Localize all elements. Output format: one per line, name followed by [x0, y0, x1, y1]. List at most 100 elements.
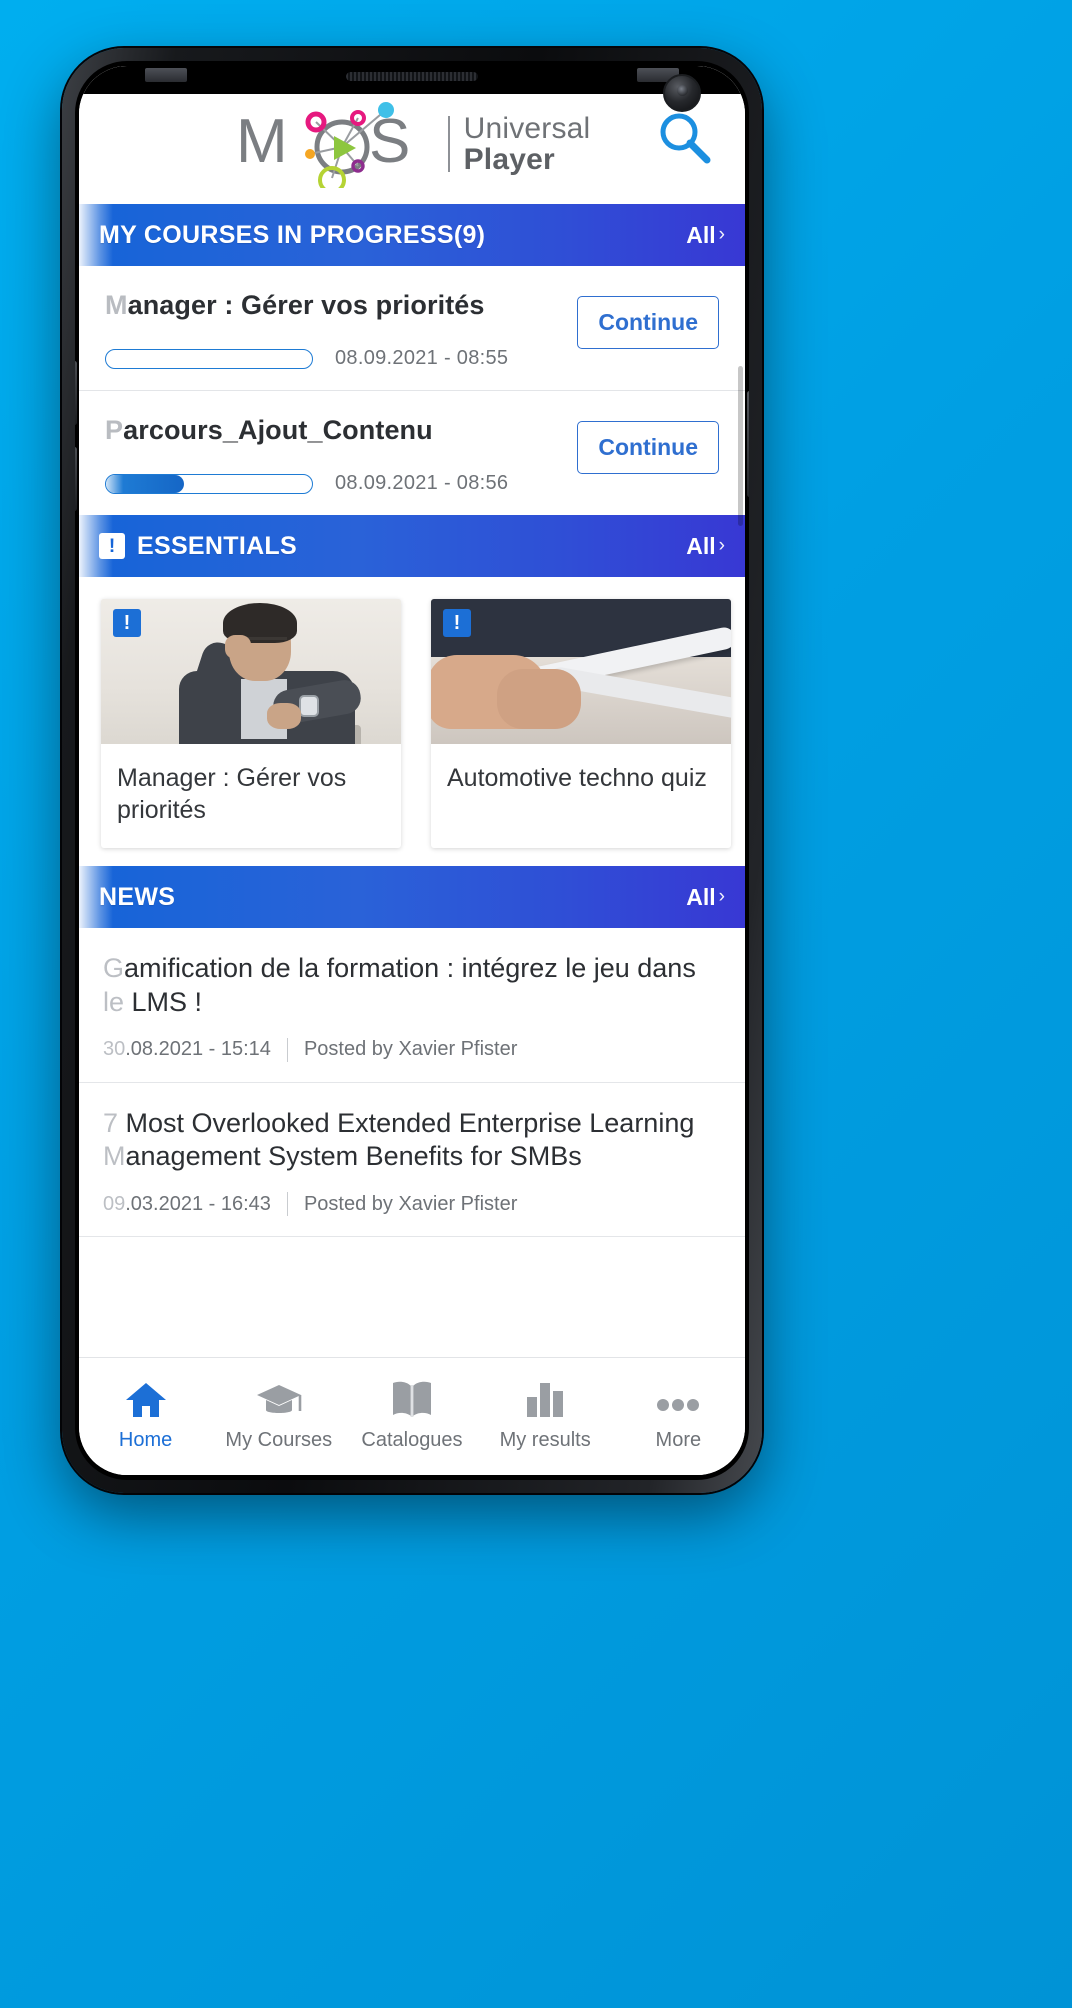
- logo-universal-text: Universal: [463, 111, 591, 145]
- news-item[interactable]: Gamification de la formation : intégrez …: [79, 928, 745, 1083]
- exclamation-badge-icon: !: [113, 609, 141, 637]
- news-date: 30.08.2021 - 15:14: [103, 1038, 271, 1061]
- course-title: Parcours_Ajout_Contenu: [105, 415, 563, 446]
- course-row[interactable]: Manager : Gérer vos priorités 08.09.2021…: [79, 266, 745, 391]
- news-see-all-link[interactable]: All ›: [686, 884, 725, 911]
- nav-label-home: Home: [118, 1429, 173, 1451]
- chevron-right-icon: ›: [718, 224, 725, 245]
- nav-label-my-results: My results: [499, 1429, 591, 1451]
- course-row[interactable]: Parcours_Ajout_Contenu 08.09.2021 - 08:5…: [79, 391, 745, 515]
- news-date-rest: .03.2021 - 16:43: [125, 1192, 271, 1215]
- search-icon[interactable]: [655, 108, 713, 166]
- news-title-line2-rest: LMS !: [124, 986, 203, 1017]
- card-photo: [101, 599, 401, 744]
- meta-divider: [286, 1037, 288, 1062]
- exclamation-badge-icon: !: [99, 533, 125, 559]
- logo-player-text: Player: [463, 143, 555, 176]
- chevron-right-icon: ›: [718, 535, 725, 556]
- chevron-right-icon: ›: [718, 886, 725, 907]
- volume-up-button[interactable]: [75, 361, 77, 425]
- course-progress-fill: [106, 474, 185, 493]
- exclamation-badge-icon: !: [443, 609, 471, 637]
- book-icon: [390, 1375, 434, 1419]
- frame-corner-left: [145, 68, 187, 82]
- section-header-news: NEWS All ›: [79, 866, 745, 928]
- essential-card[interactable]: ! Manager : Gérer vos priorités: [101, 599, 401, 848]
- news-date-rest: .08.2021 - 15:14: [125, 1038, 271, 1060]
- course-progress-bar: [105, 348, 313, 369]
- section-title-news: NEWS: [99, 882, 176, 911]
- news-title-line2-initial: M: [103, 1141, 126, 1172]
- news-date-initial: 09: [103, 1192, 126, 1215]
- news-all-label: All: [686, 883, 716, 910]
- nav-item-my-results[interactable]: My results: [480, 1375, 610, 1452]
- svg-text:M: M: [236, 107, 288, 176]
- mos-logo-icon: M S: [234, 100, 434, 188]
- power-button[interactable]: [747, 391, 749, 497]
- courses-list: Manager : Gérer vos priorités 08.09.2021…: [79, 266, 745, 515]
- phone-frame: M S Universal Player MY COURSES IN PROGR…: [62, 48, 762, 1493]
- news-item[interactable]: 7 Most Overlooked Extended Enterprise Le…: [79, 1083, 745, 1237]
- nav-label-catalogues: Catalogues: [361, 1429, 463, 1451]
- courses-see-all-link[interactable]: All ›: [686, 222, 725, 249]
- essentials-card-carousel[interactable]: ! Manager : Gérer vos priorités ! Automo…: [79, 577, 745, 866]
- course-title-initial: P: [105, 415, 124, 445]
- news-author: Posted by Xavier Pfister: [303, 1192, 518, 1215]
- section-title-essentials: ESSENTIALS: [137, 531, 297, 560]
- card-thumbnail: !: [101, 599, 401, 744]
- bar-chart-icon: [523, 1375, 567, 1419]
- news-meta: 09.03.2021 - 16:43 Posted by Xavier Pfis…: [103, 1192, 721, 1216]
- news-title-line2-rest: anagement System Benefits for SMBs: [125, 1141, 582, 1172]
- course-title-rest: arcours_Ajout_Contenu: [123, 415, 433, 445]
- news-author: Posted by Xavier Pfister: [303, 1038, 518, 1060]
- course-title-initial: M: [105, 290, 128, 320]
- nav-item-home[interactable]: Home: [81, 1375, 211, 1452]
- continue-button[interactable]: Continue: [577, 296, 719, 349]
- essentials-see-all-link[interactable]: All ›: [686, 533, 725, 560]
- news-meta: 30.08.2021 - 15:14 Posted by Xavier Pfis…: [103, 1037, 721, 1062]
- earpiece-speaker: [346, 72, 478, 81]
- news-title-initial: 7: [103, 1107, 119, 1138]
- card-photo: [431, 599, 731, 744]
- news-title: 7 Most Overlooked Extended Enterprise Le…: [103, 1107, 721, 1175]
- news-title-rest: amification de la formation : intégrez l…: [124, 953, 696, 983]
- card-thumbnail: !: [431, 599, 731, 744]
- phone-bezel: M S Universal Player MY COURSES IN PROGR…: [75, 61, 749, 1480]
- news-date-initial: 30: [103, 1038, 126, 1060]
- home-icon: [124, 1375, 168, 1419]
- courses-all-label: All: [686, 221, 716, 248]
- continue-button[interactable]: Continue: [577, 421, 719, 474]
- news-date: 09.03.2021 - 16:43: [103, 1193, 271, 1216]
- bottom-navigation: Home My Courses Catalogues My results Mo…: [79, 1357, 745, 1475]
- course-title-rest: anager : Gérer vos priorités: [127, 290, 485, 320]
- section-header-courses: MY COURSES IN PROGRESS(9) All ›: [79, 204, 745, 266]
- logo-wordmark: Universal Player: [463, 111, 591, 176]
- card-title: Automotive techno quiz: [447, 764, 707, 792]
- section-title-courses: MY COURSES IN PROGRESS(9): [99, 220, 486, 249]
- nav-label-my-courses: My Courses: [225, 1429, 333, 1451]
- news-title-initial: G: [103, 953, 125, 983]
- nav-item-catalogues[interactable]: Catalogues: [347, 1375, 477, 1452]
- news-title: Gamification de la formation : intégrez …: [103, 952, 721, 1020]
- course-date: 08.09.2021 - 08:55: [335, 347, 509, 369]
- news-title-rest: Most Overlooked Extended Enterprise Lear…: [118, 1107, 695, 1138]
- news-list: Gamification de la formation : intégrez …: [79, 928, 745, 1237]
- scrollbar[interactable]: [738, 366, 743, 526]
- essentials-all-label: All: [686, 532, 716, 559]
- logo-divider: [447, 116, 450, 172]
- course-date: 08.09.2021 - 08:56: [335, 472, 509, 494]
- svg-text:S: S: [369, 107, 410, 176]
- nav-item-my-courses[interactable]: My Courses: [214, 1375, 344, 1452]
- section-header-essentials: ! ESSENTIALS All ›: [79, 515, 745, 577]
- card-title: Manager : Gérer vos priorités: [117, 764, 347, 824]
- graduation-cap-icon: [255, 1375, 303, 1419]
- news-title-line2-initial: le: [103, 986, 125, 1017]
- volume-down-button[interactable]: [75, 447, 77, 511]
- nav-item-more[interactable]: More: [613, 1375, 743, 1452]
- meta-divider: [286, 1192, 288, 1216]
- front-camera-icon: [663, 74, 701, 112]
- essential-card[interactable]: ! Automotive techno quiz: [431, 599, 731, 848]
- app-logo: M S Universal Player: [234, 100, 591, 188]
- course-progress-bar: [105, 473, 313, 494]
- course-title: Manager : Gérer vos priorités: [105, 290, 563, 321]
